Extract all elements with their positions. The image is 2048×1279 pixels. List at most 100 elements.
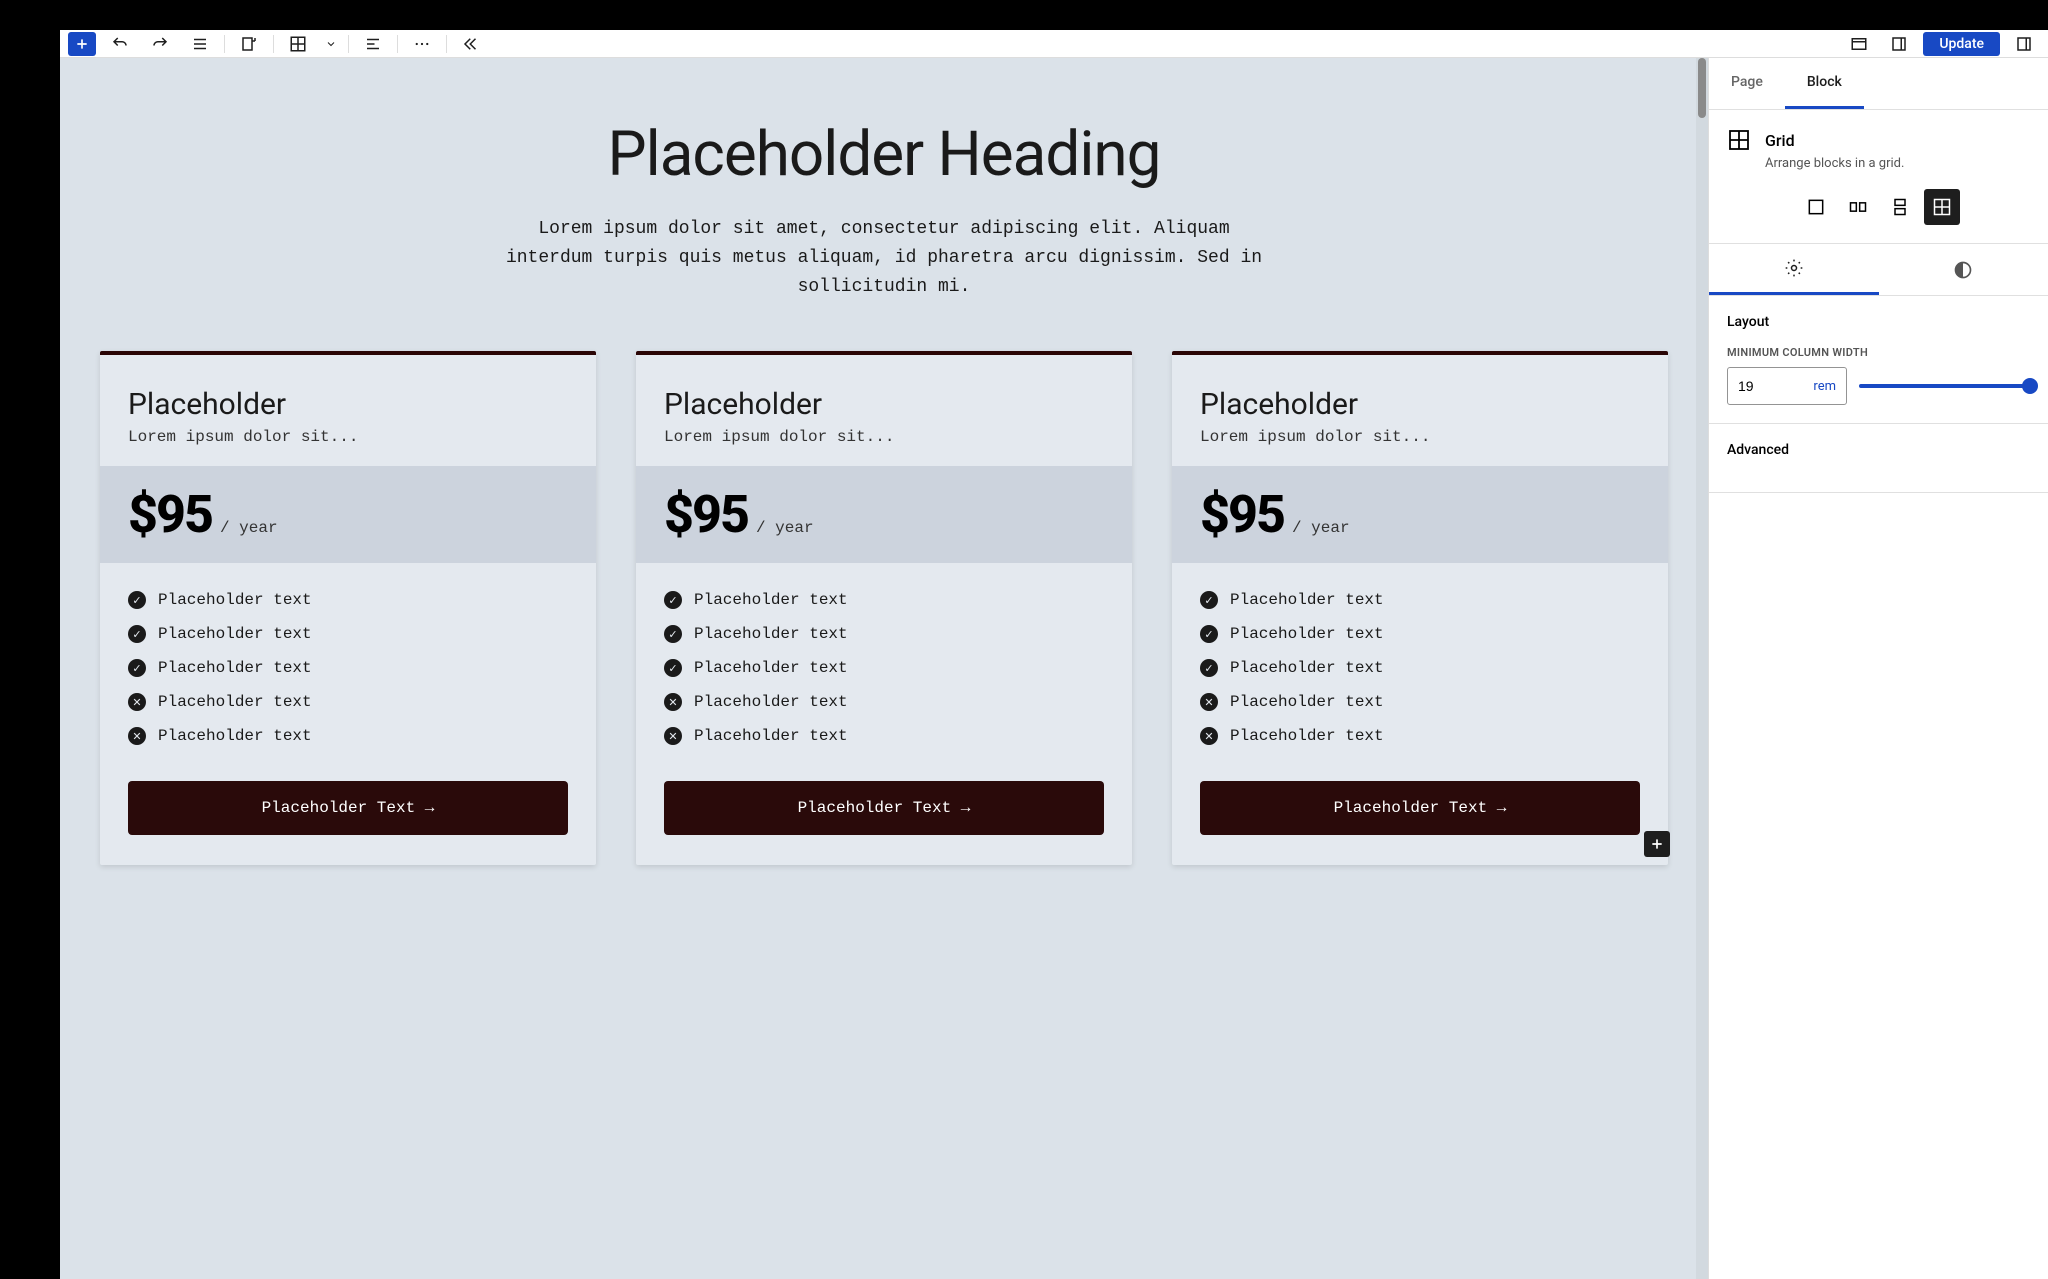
slider-knob[interactable] — [2022, 378, 2038, 394]
min-col-width-input-wrap: rem — [1727, 367, 1847, 405]
card-price: $95 — [1200, 484, 1284, 545]
variation-row-button[interactable] — [1840, 189, 1876, 225]
feature-row[interactable]: ✓ Placeholder text — [128, 659, 568, 677]
block-name: Grid — [1765, 131, 1795, 150]
feature-row[interactable]: ✕Placeholder text — [128, 727, 568, 745]
unit-selector[interactable]: rem — [1813, 379, 1836, 394]
card-title[interactable]: Placeholder — [128, 387, 568, 422]
layout-heading: Layout — [1727, 314, 2030, 330]
variation-stack-button[interactable] — [1882, 189, 1918, 225]
feature-row[interactable]: ✕Placeholder text — [1200, 693, 1640, 711]
card-period: / year — [1292, 519, 1350, 537]
view-button[interactable] — [1843, 32, 1875, 56]
feature-row[interactable]: ✓Placeholder text — [664, 659, 1104, 677]
variation-group-button[interactable] — [1798, 189, 1834, 225]
min-col-width-slider[interactable] — [1859, 384, 2030, 388]
pricing-card[interactable]: Placeholder Lorem ipsum dolor sit... $95/ … — [636, 351, 1132, 865]
feature-text: Placeholder text — [694, 727, 848, 745]
feature-row[interactable]: ✓ Placeholder text — [1200, 659, 1640, 677]
scrollbar-thumb[interactable] — [1698, 58, 1706, 118]
feature-text: Placeholder text — [694, 693, 848, 711]
cross-icon: ✕ — [664, 693, 682, 711]
card-subtitle[interactable]: Lorem ipsum dolor sit... — [128, 428, 568, 446]
card-cta-button[interactable]: Placeholder Text → — [128, 781, 568, 835]
feature-row[interactable]: ✓ Placeholder text — [128, 591, 568, 609]
feature-text: Placeholder text — [158, 591, 312, 609]
feature-row[interactable]: ✓ Placeholder text — [128, 625, 568, 643]
check-icon: ✓ — [128, 625, 146, 643]
variation-grid-button[interactable] — [1924, 189, 1960, 225]
update-button[interactable]: Update — [1923, 32, 2000, 56]
feature-row[interactable]: ✕ Placeholder text — [664, 693, 1104, 711]
block-type-button[interactable] — [282, 32, 314, 56]
more-options-button[interactable] — [406, 32, 438, 56]
feature-row[interactable]: ✓Placeholder text — [664, 591, 1104, 609]
add-block-button[interactable] — [68, 32, 96, 56]
card-price: $95 — [128, 484, 212, 545]
min-col-width-input[interactable] — [1738, 378, 1788, 394]
add-block-inserter[interactable] — [1644, 831, 1670, 857]
feature-text: Placeholder text — [1230, 659, 1384, 677]
toolbar-separator — [224, 35, 225, 53]
feature-row[interactable]: ✓Placeholder text — [664, 625, 1104, 643]
min-col-width-label: Minimum Column Width — [1727, 346, 2030, 359]
feature-text: Placeholder text — [158, 727, 312, 745]
editor-canvas[interactable]: Placeholder Heading Lorem ipsum dolor si… — [60, 58, 1708, 1279]
feature-text: Placeholder text — [158, 659, 312, 677]
styles-tab[interactable] — [1879, 244, 2048, 295]
feature-row[interactable]: ✕Placeholder text — [664, 727, 1104, 745]
tab-block[interactable]: Block — [1785, 58, 1864, 109]
page-subheading[interactable]: Lorem ipsum dolor sit amet, consectetur … — [504, 215, 1264, 301]
check-icon: ✓ — [1200, 591, 1218, 609]
feature-row[interactable]: ✓Placeholder text — [1200, 625, 1640, 643]
redo-button[interactable] — [144, 32, 176, 56]
card-cta-button[interactable]: Placeholder Text → — [1200, 781, 1640, 835]
pricing-grid[interactable]: Placeholder Lorem ipsum dolor sit... $95 / … — [100, 351, 1668, 865]
page-heading[interactable]: Placeholder Heading — [100, 118, 1668, 191]
gear-icon — [1784, 258, 1804, 278]
card-price-row[interactable]: $95/ year — [100, 466, 596, 563]
card-subtitle[interactable]: Lorem ipsum dolor sit... — [1200, 428, 1640, 446]
advanced-panel[interactable]: Advanced — [1709, 424, 2048, 493]
list-view-button[interactable] — [184, 32, 216, 56]
feature-row[interactable]: ✕Placeholder text — [128, 693, 568, 711]
tab-page[interactable]: Page — [1709, 58, 1785, 109]
check-icon: ✓ — [1200, 659, 1218, 677]
toolbar-separator — [273, 35, 274, 53]
undo-button[interactable] — [104, 32, 136, 56]
feature-text: Placeholder text — [694, 591, 848, 609]
card-title[interactable]: Placeholder — [1200, 387, 1640, 422]
block-type-dropdown[interactable] — [322, 32, 340, 56]
document-overview-button[interactable] — [233, 32, 265, 56]
feature-text: Placeholder text — [158, 625, 312, 643]
card-features: ✓ Placeholder text ✓ Placeholder text ✓ Place… — [100, 563, 596, 771]
card-price-row[interactable]: $95 / year — [1172, 466, 1668, 563]
layout-panel: Layout Minimum Column Width rem — [1709, 296, 2048, 424]
feature-row[interactable]: ✓Placeholder text — [1200, 591, 1640, 609]
sidebar-tabs: Page Block — [1709, 58, 2048, 110]
card-features: ✓Placeholder text✓Placeholder text✓Place… — [636, 563, 1132, 771]
check-icon: ✓ — [664, 625, 682, 643]
card-cta-button[interactable]: Placeholder Text → — [664, 781, 1104, 835]
cross-icon: ✕ — [128, 693, 146, 711]
card-title[interactable]: Placeholder — [664, 387, 1104, 422]
cross-icon: ✕ — [1200, 693, 1218, 711]
card-features: ✓Placeholder text✓Placeholder text✓Place… — [1172, 563, 1668, 771]
check-icon: ✓ — [128, 591, 146, 609]
feature-row[interactable]: ✕Placeholder text — [1200, 727, 1640, 745]
check-icon: ✓ — [128, 659, 146, 677]
settings-tab[interactable] — [1709, 244, 1879, 295]
pricing-card[interactable]: Placeholder Lorem ipsum dolor sit... $95/ … — [100, 351, 596, 865]
card-subtitle[interactable]: Lorem ipsum dolor sit... — [664, 428, 1104, 446]
card-price-row[interactable]: $95/ year — [636, 466, 1132, 563]
preview-button[interactable] — [1883, 32, 1915, 56]
canvas-scrollbar[interactable] — [1696, 58, 1708, 1279]
toolbar-separator — [446, 35, 447, 53]
align-button[interactable] — [357, 32, 389, 56]
block-info-panel: Grid Arrange blocks in a grid. — [1709, 110, 2048, 244]
pricing-card[interactable]: Placeholder Lorem ipsum dolor sit... $95 / … — [1172, 351, 1668, 865]
advanced-heading: Advanced — [1727, 442, 2030, 458]
check-icon: ✓ — [664, 659, 682, 677]
settings-toggle-button[interactable] — [2008, 32, 2040, 56]
block-navigation-button[interactable] — [455, 32, 487, 56]
